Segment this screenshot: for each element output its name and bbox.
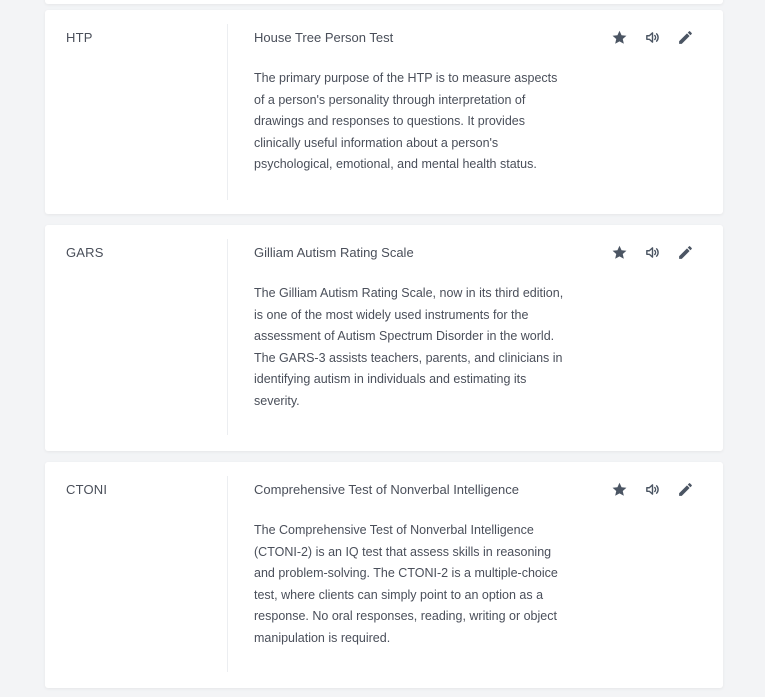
test-description: The Comprehensive Test of Nonverbal Inte…	[254, 523, 558, 645]
test-title: House Tree Person Test	[254, 30, 394, 45]
test-content: House Tree Person Test The primary purpo…	[254, 30, 564, 176]
test-content: Comprehensive Test of Nonverbal Intellig…	[254, 482, 564, 650]
column-divider	[227, 24, 228, 200]
audio-button[interactable]	[643, 243, 662, 262]
audio-button[interactable]	[643, 480, 662, 499]
volume-icon	[644, 481, 661, 498]
test-abbreviation: HTP	[66, 30, 93, 45]
pencil-icon	[677, 244, 694, 261]
edit-button[interactable]	[676, 480, 695, 499]
edit-button[interactable]	[676, 28, 695, 47]
test-abbreviation: CTONI	[66, 482, 108, 497]
pencil-icon	[677, 29, 694, 46]
previous-card-edge	[45, 0, 723, 4]
star-icon	[611, 29, 628, 46]
test-content: Gilliam Autism Rating Scale The Gilliam …	[254, 245, 564, 413]
test-description: The primary purpose of the HTP is to mea…	[254, 71, 558, 172]
test-title: Comprehensive Test of Nonverbal Intellig…	[254, 482, 519, 497]
card-actions	[610, 243, 695, 262]
test-abbreviation: GARS	[66, 245, 104, 260]
volume-icon	[644, 244, 661, 261]
favorite-button[interactable]	[610, 28, 629, 47]
favorite-button[interactable]	[610, 243, 629, 262]
card-actions	[610, 28, 695, 47]
favorite-button[interactable]	[610, 480, 629, 499]
edit-button[interactable]	[676, 243, 695, 262]
audio-button[interactable]	[643, 28, 662, 47]
test-card: CTONI Comprehensive Test of Nonverbal In…	[45, 462, 723, 688]
card-actions	[610, 480, 695, 499]
test-list: HTP House Tree Person Test The primary p…	[0, 0, 765, 697]
column-divider	[227, 239, 228, 435]
test-card: HTP House Tree Person Test The primary p…	[45, 10, 723, 214]
test-card: GARS Gilliam Autism Rating Scale The Gil…	[45, 225, 723, 451]
pencil-icon	[677, 481, 694, 498]
star-icon	[611, 481, 628, 498]
column-divider	[227, 476, 228, 672]
test-title: Gilliam Autism Rating Scale	[254, 245, 414, 260]
volume-icon	[644, 29, 661, 46]
test-description: The Gilliam Autism Rating Scale, now in …	[254, 286, 564, 408]
star-icon	[611, 244, 628, 261]
